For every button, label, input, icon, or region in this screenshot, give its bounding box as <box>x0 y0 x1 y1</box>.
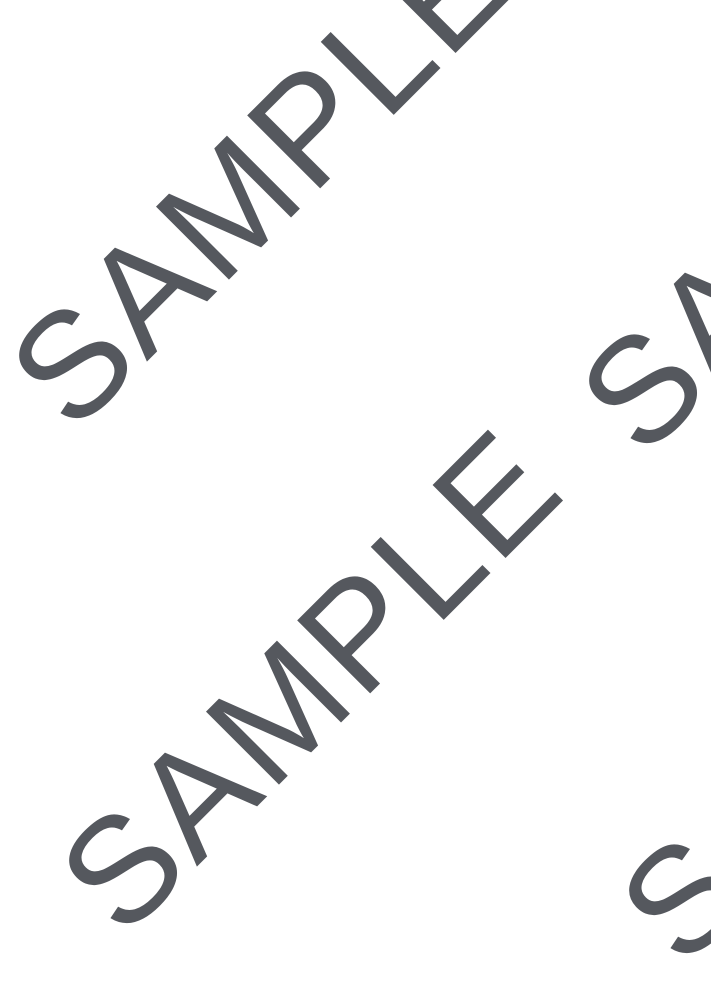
sample-sheet: SAMPLE SAMPLE SAMPLE SAMPLE <box>0 0 711 995</box>
sample-watermark-center: SAMPLE <box>26 396 594 964</box>
sample-watermark-bottom-right: SAMPLE <box>586 426 711 994</box>
sample-watermark-top-right: SAMPLE <box>546 0 711 484</box>
sample-watermark-top-left: SAMPLE <box>0 0 544 459</box>
